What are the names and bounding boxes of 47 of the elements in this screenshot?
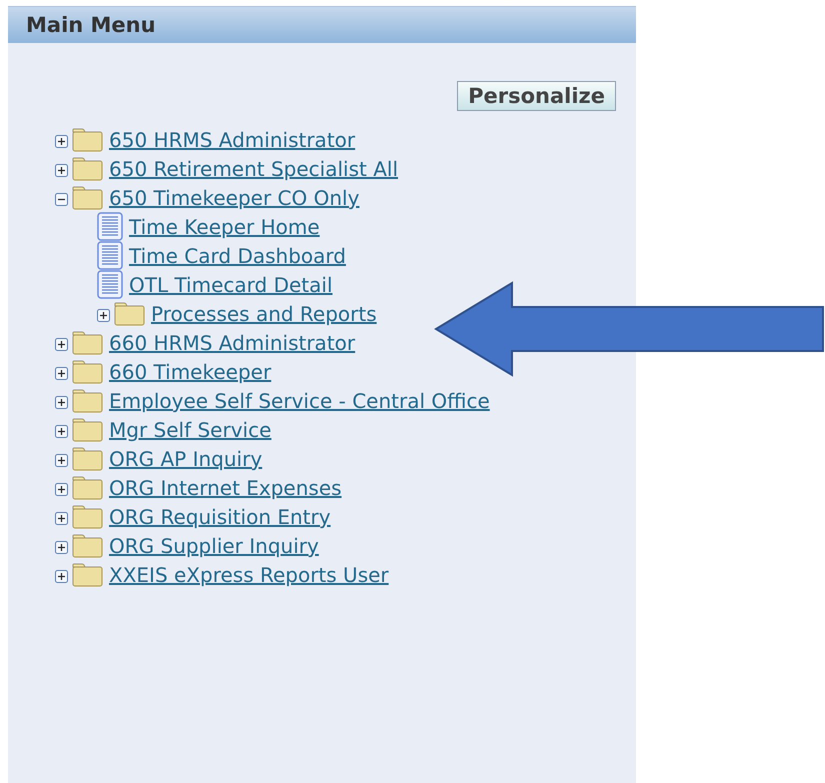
menu-link[interactable]: 660 HRMS Administrator (109, 331, 356, 355)
folder-icon (72, 157, 103, 181)
menu-link[interactable]: ORG Supplier Inquiry (109, 534, 319, 558)
expand-icon[interactable] (55, 396, 68, 409)
menu-link[interactable]: ORG Internet Expenses (109, 476, 342, 500)
folder-icon (72, 447, 103, 471)
folder-icon (72, 534, 103, 558)
folder-icon (114, 302, 145, 326)
folder-icon (72, 476, 103, 500)
menu-link[interactable]: 650 HRMS Administrator (109, 128, 356, 152)
folder-icon (72, 360, 103, 384)
folder-icon (72, 563, 103, 587)
collapse-icon[interactable] (55, 193, 68, 206)
document-icon (97, 241, 123, 270)
menu-link[interactable]: 650 Retirement Specialist All (109, 157, 398, 181)
expand-icon[interactable] (55, 367, 68, 380)
menu-link[interactable]: 650 Timekeeper CO Only (109, 186, 360, 210)
expand-icon[interactable] (97, 309, 110, 322)
menu-link[interactable]: ORG AP Inquiry (109, 447, 262, 471)
expand-icon[interactable] (55, 454, 68, 467)
folder-icon (72, 505, 103, 529)
folder-icon (72, 186, 103, 210)
expand-icon[interactable] (55, 338, 68, 351)
menu-link[interactable]: 660 Timekeeper (109, 360, 272, 384)
folder-icon (72, 389, 103, 413)
document-icon (97, 270, 123, 299)
personalize-button[interactable]: Personalize (457, 81, 616, 111)
expand-icon[interactable] (55, 570, 68, 583)
menu-link[interactable]: Time Keeper Home (129, 215, 320, 239)
panel-title: Main Menu (26, 13, 156, 37)
menu-link[interactable]: Mgr Self Service (109, 418, 272, 442)
expand-icon[interactable] (55, 512, 68, 525)
expand-icon[interactable] (55, 541, 68, 554)
menu-link[interactable]: Time Card Dashboard (129, 244, 346, 268)
expand-icon[interactable] (55, 483, 68, 496)
menu-link[interactable]: XXEIS eXpress Reports User (109, 563, 389, 587)
menu-link[interactable]: OTL Timecard Detail (129, 273, 332, 297)
folder-icon (72, 331, 103, 355)
folder-icon (72, 418, 103, 442)
menu-link[interactable]: Processes and Reports (151, 302, 377, 326)
expand-icon[interactable] (55, 425, 68, 438)
document-icon (97, 212, 123, 241)
menu-link[interactable]: ORG Requisition Entry (109, 505, 331, 529)
expand-icon[interactable] (55, 164, 68, 177)
folder-icon (72, 128, 103, 152)
menu-link[interactable]: Employee Self Service - Central Office (109, 389, 490, 413)
expand-icon[interactable] (55, 135, 68, 148)
